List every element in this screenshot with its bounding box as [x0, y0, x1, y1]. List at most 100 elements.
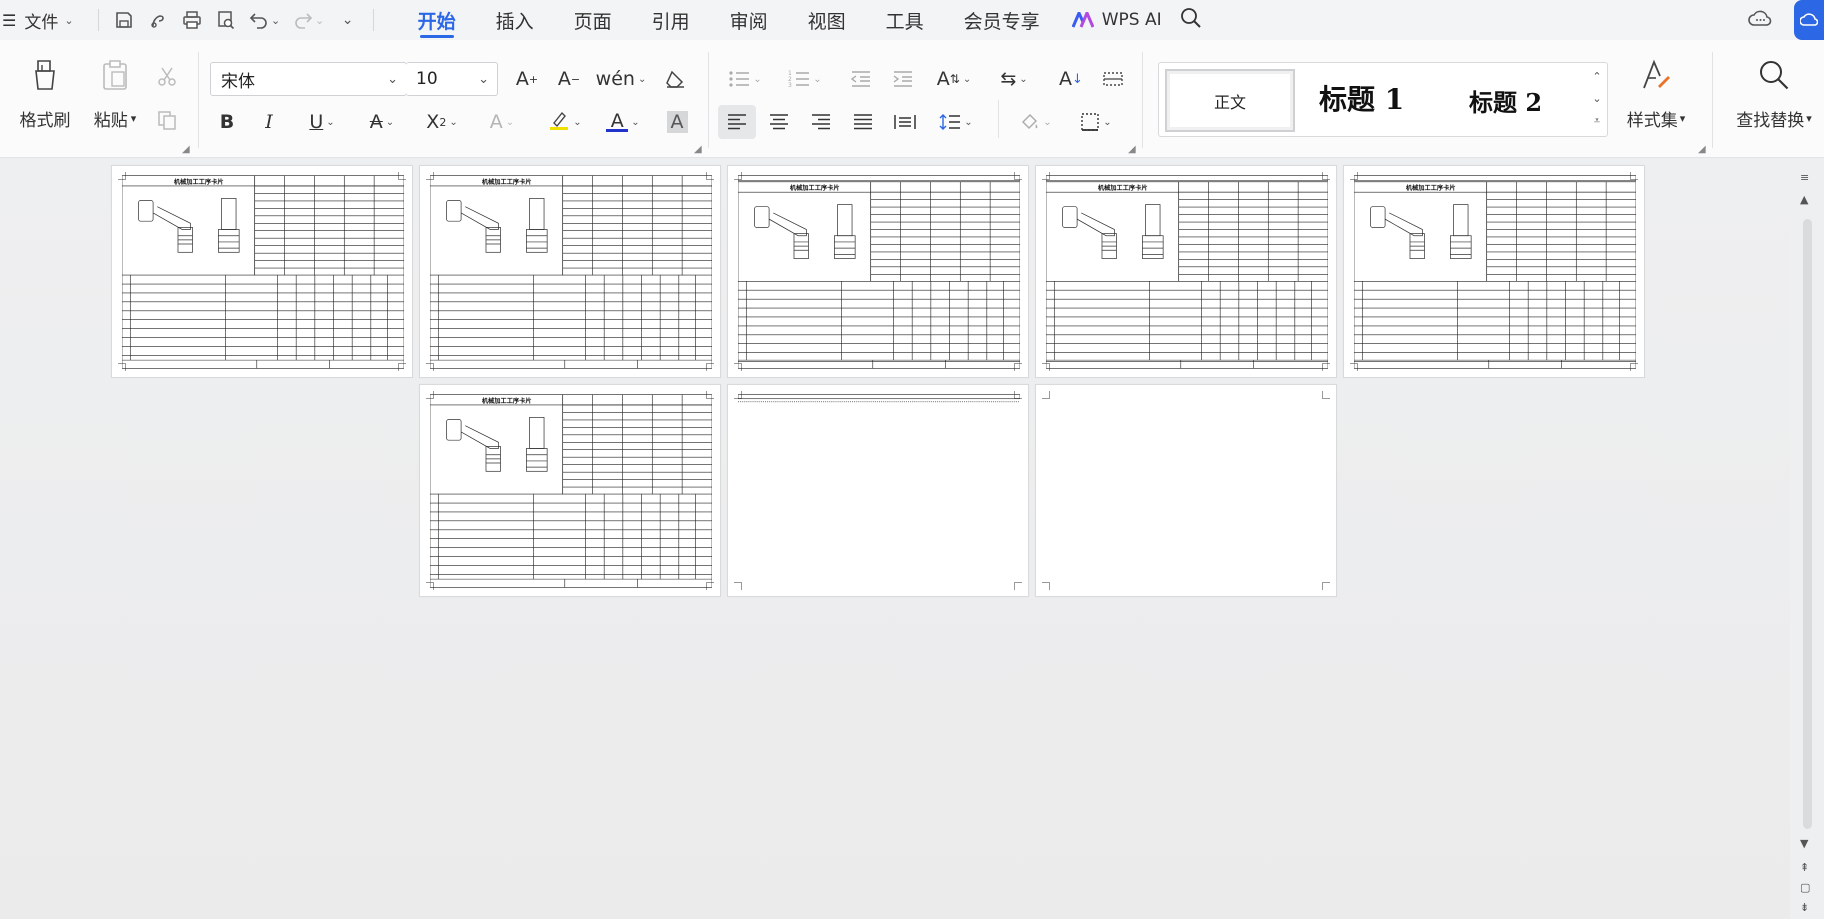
underline-icon[interactable]: U ⌄ — [298, 105, 346, 139]
align-left-icon[interactable] — [718, 105, 756, 139]
sort-icon[interactable]: A ↓ — [1052, 62, 1090, 96]
more-quick-access-icon[interactable]: ⌄ — [331, 4, 365, 36]
divider — [372, 9, 374, 31]
scrollbar-thumb[interactable] — [1803, 219, 1812, 829]
chevron-down-icon[interactable]: ⌄ — [1592, 88, 1601, 110]
tab-home[interactable]: 开始 — [418, 0, 456, 40]
bold-icon[interactable]: B — [208, 105, 246, 139]
export-pdf-icon[interactable] — [141, 4, 175, 36]
expand-gallery-icon[interactable]: ⩡ — [1594, 110, 1600, 132]
page-thumbnail[interactable] — [727, 384, 1029, 597]
tab-tools[interactable]: 工具 — [886, 0, 924, 40]
page-thumbnail[interactable]: 机械加工工序卡片 — [1343, 165, 1645, 378]
svg-text:机械加工工序卡片: 机械加工工序卡片 — [482, 178, 532, 186]
file-menu[interactable]: ☰ 文件 ⌄ — [2, 8, 74, 33]
page-thumbnail[interactable]: 机械加工工序卡片 — [111, 165, 413, 378]
justify-icon[interactable] — [844, 105, 882, 139]
chevron-down-icon: ⌄ — [478, 71, 489, 87]
text-effect-icon[interactable]: A ⌄ — [478, 105, 526, 139]
chinese-layout-icon[interactable]: ⇆ ⌄ — [990, 62, 1038, 96]
style-normal[interactable]: 正文 — [1165, 69, 1295, 132]
search-icon[interactable] — [1180, 7, 1202, 34]
tab-insert[interactable]: 插入 — [496, 0, 534, 40]
copy-icon[interactable] — [148, 103, 186, 137]
paste-button[interactable]: 粘贴 ▾ — [85, 54, 145, 131]
italic-icon[interactable]: I — [250, 105, 288, 139]
tab-member[interactable]: 会员专享 — [964, 0, 1040, 40]
text-direction-icon[interactable]: A ⇅ ⌄ — [930, 62, 978, 96]
cloud-icon[interactable] — [1748, 8, 1772, 33]
font-size-select[interactable]: 10 ⌄ — [406, 62, 498, 96]
chevron-down-icon: ⌄ — [387, 71, 398, 87]
select-browse-object-icon[interactable]: ▢ — [1800, 881, 1810, 894]
chevron-down-icon: ▾ — [1806, 112, 1812, 125]
clear-format-icon[interactable] — [656, 62, 694, 96]
page-thumbnail[interactable]: 机械加工工序卡片 — [419, 165, 721, 378]
chevron-down-icon: ⌄ — [270, 13, 281, 27]
align-center-icon[interactable] — [760, 105, 798, 139]
paragraph-launcher-icon[interactable]: ◢ — [1128, 144, 1136, 155]
scroll-up-icon[interactable]: ▲ — [1800, 193, 1808, 206]
font-name-select[interactable]: 宋体 ⌄ — [210, 62, 407, 96]
page-thumbnail[interactable]: 机械加工工序卡片 — [727, 165, 1029, 378]
page-thumbnail[interactable]: 机械加工工序卡片 — [1035, 165, 1337, 378]
chevron-down-icon: ⌄ — [314, 13, 325, 27]
distributed-align-icon[interactable] — [886, 105, 924, 139]
tab-references[interactable]: 引用 — [652, 0, 690, 40]
font-launcher-icon[interactable]: ◢ — [694, 144, 702, 155]
svg-text:机械加工工序卡片: 机械加工工序卡片 — [174, 178, 224, 186]
clipboard-launcher-icon[interactable]: ◢ — [182, 144, 190, 155]
previous-page-icon[interactable]: ⇞ — [1800, 861, 1809, 874]
shrink-font-icon[interactable]: A − — [550, 62, 588, 96]
superscript-icon[interactable]: X 2 ⌄ — [418, 105, 466, 139]
undo-icon[interactable]: ⌄ — [243, 4, 287, 36]
tab-page[interactable]: 页面 — [574, 0, 612, 40]
style-set-button[interactable]: 样式集 ▾ — [1618, 54, 1694, 131]
home-ribbon: 格式刷 粘贴 ▾ ◢ 宋体 ⌄ 10 ⌄ A + A − wén ⌄ B I U ⌄ A… — [0, 40, 1824, 158]
divider — [1142, 52, 1143, 148]
find-replace-label: 查找替换 — [1736, 111, 1805, 131]
style-heading-1[interactable]: 标题 1 — [1319, 78, 1404, 118]
svg-text:机械加工工序卡片: 机械加工工序卡片 — [790, 184, 840, 192]
tab-review[interactable]: 审阅 — [730, 0, 768, 40]
wps-ai-button[interactable]: WPS AI — [1071, 9, 1162, 30]
page-thumbnail[interactable]: 机械加工工序卡片 — [419, 384, 721, 597]
align-right-icon[interactable] — [802, 105, 840, 139]
cloud-sync-button[interactable] — [1794, 0, 1824, 40]
print-preview-icon[interactable] — [209, 4, 243, 36]
process-card-drawing: 机械加工工序卡片 — [122, 175, 404, 369]
increase-indent-icon[interactable] — [884, 62, 922, 96]
font-name-value: 宋体 — [221, 71, 255, 92]
shading-icon[interactable]: ⌄ — [1010, 105, 1060, 139]
page-thumbnail[interactable] — [1035, 384, 1337, 597]
bullet-list-icon[interactable]: ⌄ — [722, 62, 768, 96]
print-icon[interactable] — [175, 4, 209, 36]
redo-icon[interactable]: ⌄ — [287, 4, 331, 36]
find-replace-button[interactable]: 查找替换 ▾ — [1726, 54, 1822, 131]
document-workspace[interactable]: 机械加工工序卡片 机械加工工序卡片 机械加工工序卡片 机械加工工序卡片 机械加工工序卡片… — [0, 159, 1790, 919]
collapse-icon[interactable]: ≡ — [1800, 171, 1809, 184]
vertical-scrollbar[interactable]: ≡ ▲ ▼ ⇞ ▢ ⇟ — [1790, 159, 1824, 919]
line-spacing-icon[interactable]: ⌄ — [932, 105, 980, 139]
next-page-icon[interactable]: ⇟ — [1800, 901, 1809, 914]
decrease-indent-icon[interactable] — [842, 62, 880, 96]
phonetic-guide-icon[interactable]: wén ⌄ — [596, 62, 647, 96]
cut-icon[interactable] — [148, 60, 186, 94]
borders-icon[interactable]: ⌄ — [1072, 105, 1120, 139]
wps-ai-label: WPS AI — [1101, 10, 1162, 30]
save-icon[interactable] — [107, 4, 141, 36]
show-marks-icon[interactable] — [1094, 62, 1132, 96]
font-color-icon[interactable]: A ⌄ — [598, 105, 648, 139]
strikethrough-icon[interactable]: A ⌄ — [358, 105, 406, 139]
highlight-icon[interactable]: ⌄ — [540, 105, 590, 139]
scroll-down-icon[interactable]: ▼ — [1800, 837, 1808, 850]
format-painter-button[interactable]: 格式刷 — [10, 54, 80, 131]
svg-text:机械加工工序卡片: 机械加工工序卡片 — [482, 397, 532, 405]
grow-font-icon[interactable]: A + — [508, 62, 546, 96]
numbered-list-icon[interactable]: 1 2 3 ⌄ — [782, 62, 828, 96]
character-shading-icon[interactable]: A — [658, 105, 696, 139]
tab-view[interactable]: 视图 — [808, 0, 846, 40]
styles-launcher-icon[interactable]: ◢ — [1698, 144, 1706, 155]
chevron-up-icon[interactable]: ⌃ — [1592, 66, 1601, 88]
style-heading-2[interactable]: 标题 2 — [1469, 83, 1542, 118]
